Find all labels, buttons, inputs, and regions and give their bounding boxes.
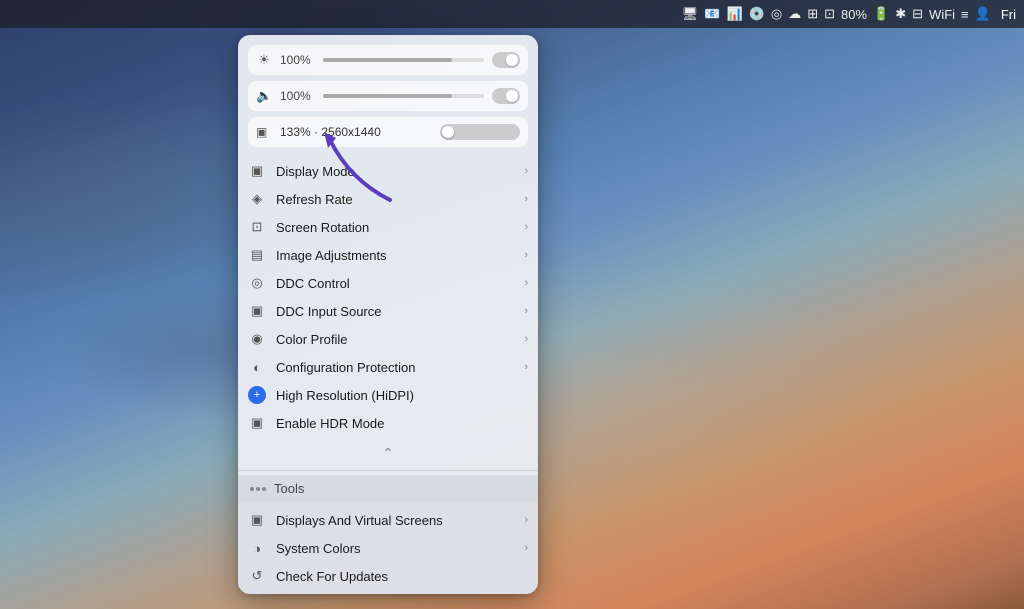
volume-toggle[interactable] [492, 88, 520, 104]
battery-text: 80% [841, 7, 867, 22]
mail-icon[interactable]: 📧 [704, 6, 720, 22]
menu-bar-icons: 🖥 📧 📊 💿 ◎ ☁ ⊞ ⊡ 80% 🔋 ✱ ⊟ WiFi ≡ 👤 Fri [682, 6, 1016, 22]
ddc-control-label: DDC Control [276, 276, 514, 291]
brightness-icon: ☀ [256, 52, 272, 68]
circle-icon[interactable]: ◎ [771, 6, 782, 22]
config-protection-label: Configuration Protection [276, 360, 514, 375]
ddc-control-icon: ◎ [248, 274, 266, 292]
brightness-track[interactable] [323, 58, 484, 62]
menu-item-enable-hdr[interactable]: ▣ Enable HDR Mode [238, 409, 538, 437]
brightness-toggle[interactable] [492, 52, 520, 68]
resolution-knob [442, 126, 454, 138]
config-protection-icon: ◐ [248, 358, 266, 376]
ddc-input-arrow: › [524, 305, 528, 317]
wifi-icon[interactable]: WiFi [929, 7, 955, 22]
system-colors-label: System Colors [276, 541, 514, 556]
disk-icon[interactable]: 💿 [749, 6, 765, 22]
menu-item-config-protection[interactable]: ◐ Configuration Protection › [238, 353, 538, 381]
bottom-menu-items: ▣ Displays And Virtual Screens › ◑ Syste… [238, 502, 538, 594]
cast-icon[interactable]: ⊡ [824, 6, 835, 22]
color-profile-icon: ◉ [248, 330, 266, 348]
monitor-icon[interactable]: 🖥 [682, 6, 699, 22]
check-updates-label: Check For Updates [276, 569, 528, 584]
check-updates-icon: ↺ [248, 567, 266, 585]
screen-rotation-icon: ⊡ [248, 218, 266, 236]
menu-item-ddc-control[interactable]: ◎ DDC Control › [238, 269, 538, 297]
image-adjustments-icon: ▤ [248, 246, 266, 264]
menu-item-ddc-input[interactable]: ▣ DDC Input Source › [238, 297, 538, 325]
brightness-value: 100% [280, 53, 315, 67]
volume-track[interactable] [323, 94, 484, 98]
volume-row[interactable]: 🔈 100% [248, 81, 528, 111]
dropdown-menu: ☀ 100% 🔈 100% ▣ 133% · 2560x1440 [238, 35, 538, 594]
high-resolution-icon: + [248, 386, 266, 404]
menu-item-image-adjustments[interactable]: ▤ Image Adjustments › [238, 241, 538, 269]
display-mode-arrow: › [524, 165, 528, 177]
collapse-arrow: ⌃ [382, 445, 394, 462]
tools-dots-icon [250, 487, 266, 491]
refresh-rate-icon: ◈ [248, 190, 266, 208]
control-center-icon[interactable]: ≡ [961, 7, 969, 22]
displays-virtual-label: Displays And Virtual Screens [276, 513, 514, 528]
battery-icon[interactable]: 🔋 [873, 6, 889, 22]
menu-item-screen-rotation[interactable]: ⊡ Screen Rotation › [238, 213, 538, 241]
ddc-input-icon: ▣ [248, 302, 266, 320]
config-protection-arrow: › [524, 361, 528, 373]
color-profile-arrow: › [524, 333, 528, 345]
image-adjustments-label: Image Adjustments [276, 248, 514, 263]
brightness-fill [323, 58, 452, 62]
collapse-indicator[interactable]: ⌃ [238, 441, 538, 466]
displays-virtual-arrow: › [524, 514, 528, 526]
brightness-row[interactable]: ☀ 100% [248, 45, 528, 75]
resolution-icon: ▣ [256, 125, 272, 139]
menu-item-display-mode[interactable]: ▣ Display Mode › [238, 157, 538, 185]
tools-label: Tools [274, 481, 304, 496]
resolution-label: 133% · 2560x1440 [280, 125, 432, 139]
image-adjustments-arrow: › [524, 249, 528, 261]
tools-section: Tools ▣ Displays And Virtual Screens › ◑… [238, 475, 538, 594]
menu-item-system-colors[interactable]: ◑ System Colors › [238, 534, 538, 562]
section-divider [238, 470, 538, 471]
ddc-control-arrow: › [524, 277, 528, 289]
high-resolution-label: High Resolution (HiDPI) [276, 388, 528, 403]
enable-hdr-label: Enable HDR Mode [276, 416, 528, 431]
refresh-rate-label: Refresh Rate [276, 192, 514, 207]
volume-value: 100% [280, 89, 315, 103]
tools-header: Tools [238, 475, 538, 502]
menu-items-section: ▣ Display Mode › ◈ Refresh Rate › ⊡ Scre… [238, 153, 538, 441]
menu-item-check-updates[interactable]: ↺ Check For Updates [238, 562, 538, 590]
grid-icon[interactable]: ⊞ [807, 6, 818, 22]
display-mode-icon: ▣ [248, 162, 266, 180]
display-mode-label: Display Mode [276, 164, 514, 179]
volume-fill [323, 94, 452, 98]
bluetooth-icon[interactable]: ✱ [895, 6, 906, 22]
menu-item-displays-virtual[interactable]: ▣ Displays And Virtual Screens › [238, 506, 538, 534]
display-icon[interactable]: ⊟ [912, 6, 923, 22]
menu-item-refresh-rate[interactable]: ◈ Refresh Rate › [238, 185, 538, 213]
menu-item-high-resolution[interactable]: + High Resolution (HiDPI) [238, 381, 538, 409]
sliders-section: ☀ 100% 🔈 100% ▣ 133% · 2560x1440 [238, 35, 538, 153]
system-colors-icon: ◑ [248, 539, 266, 557]
screen-rotation-label: Screen Rotation [276, 220, 514, 235]
avatar-icon[interactable]: 👤 [975, 6, 991, 22]
refresh-rate-arrow: › [524, 193, 528, 205]
ddc-input-label: DDC Input Source [276, 304, 514, 319]
system-colors-arrow: › [524, 542, 528, 554]
volume-icon: 🔈 [256, 88, 272, 104]
enable-hdr-icon: ▣ [248, 414, 266, 432]
displays-virtual-icon: ▣ [248, 511, 266, 529]
menu-item-color-profile[interactable]: ◉ Color Profile › [238, 325, 538, 353]
color-profile-label: Color Profile [276, 332, 514, 347]
resolution-row[interactable]: ▣ 133% · 2560x1440 [248, 117, 528, 147]
menu-bar: 🖥 📧 📊 💿 ◎ ☁ ⊞ ⊡ 80% 🔋 ✱ ⊟ WiFi ≡ 👤 Fri [0, 0, 1024, 28]
cloud-icon[interactable]: ☁ [788, 6, 801, 22]
menu-bar-time: Fri [1001, 7, 1016, 22]
graph-icon[interactable]: 📊 [726, 6, 742, 22]
resolution-slider[interactable] [440, 124, 520, 140]
screen-rotation-arrow: › [524, 221, 528, 233]
